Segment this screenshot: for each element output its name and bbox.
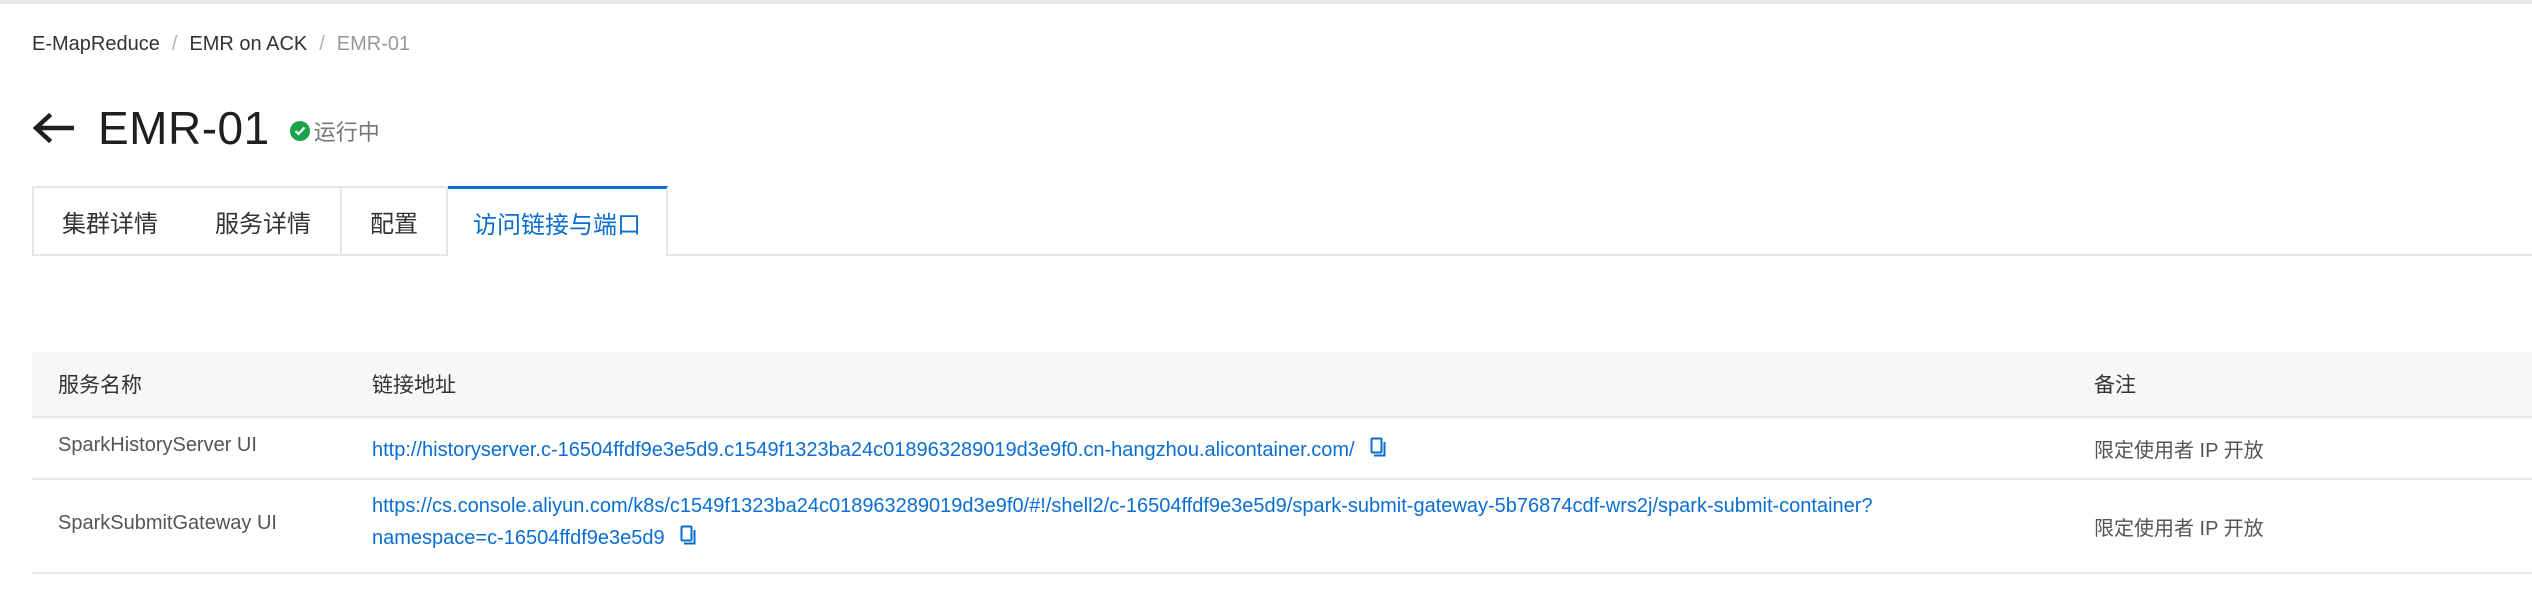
service-link-line2[interactable]: namespace=c-16504ffdf9e3e5d9 xyxy=(372,527,665,549)
service-name-cell: SparkSubmitGateway UI xyxy=(58,512,277,534)
link-cell: https://cs.console.aliyun.com/k8s/c1549f… xyxy=(372,490,2012,555)
service-link-line1[interactable]: https://cs.console.aliyun.com/k8s/c1549f… xyxy=(372,495,1873,517)
tab-cluster-details[interactable]: 集群详情 xyxy=(32,186,188,254)
arrow-left-icon[interactable] xyxy=(30,108,76,148)
service-name-cell: SparkHistoryServer UI xyxy=(58,434,257,456)
access-links-table: 服务名称 链接地址 备注 SparkHistoryServer UI http:… xyxy=(32,352,2532,574)
column-header-service-name: 服务名称 xyxy=(58,374,142,397)
copy-icon[interactable] xyxy=(1370,435,1386,467)
service-link[interactable]: http://historyserver.c-16504ffdf9e3e5d9.… xyxy=(372,439,1355,461)
table-header: 服务名称 链接地址 备注 xyxy=(32,352,2532,418)
note-cell: 限定使用者 IP 开放 xyxy=(2094,518,2264,540)
link-cell: http://historyserver.c-16504ffdf9e3e5d9.… xyxy=(372,434,1386,467)
breadcrumb-item-current: EMR-01 xyxy=(336,32,411,55)
page-header: EMR-01 运行中 xyxy=(30,98,380,158)
tab-access-links-ports[interactable]: 访问链接与端口 xyxy=(448,186,668,256)
status-text: 运行中 xyxy=(313,120,380,145)
breadcrumb: E-MapReduce / EMR on ACK / EMR-01 xyxy=(32,32,410,56)
status-badge: 运行中 xyxy=(289,115,380,147)
top-border xyxy=(0,0,2532,4)
breadcrumb-separator: / xyxy=(171,32,178,55)
tab-service-details[interactable]: 服务详情 xyxy=(186,186,342,254)
breadcrumb-item-emr-on-ack[interactable]: EMR on ACK xyxy=(189,33,307,56)
breadcrumb-separator: / xyxy=(319,32,325,55)
column-header-note: 备注 xyxy=(2094,374,2136,397)
copy-icon[interactable] xyxy=(680,523,696,555)
tab-config[interactable]: 配置 xyxy=(342,186,448,254)
check-circle-icon xyxy=(289,121,310,141)
tab-bar: 集群详情 服务详情 配置 访问链接与端口 xyxy=(32,186,2532,256)
table-row: SparkSubmitGateway UI https://cs.console… xyxy=(32,480,2532,574)
breadcrumb-item-emapreduce[interactable]: E-MapReduce xyxy=(32,33,160,56)
page-title: EMR-01 xyxy=(98,102,270,154)
table-row: SparkHistoryServer UI http://historyserv… xyxy=(32,418,2532,480)
column-header-link-address: 链接地址 xyxy=(372,374,456,397)
note-cell: 限定使用者 IP 开放 xyxy=(2094,440,2264,462)
